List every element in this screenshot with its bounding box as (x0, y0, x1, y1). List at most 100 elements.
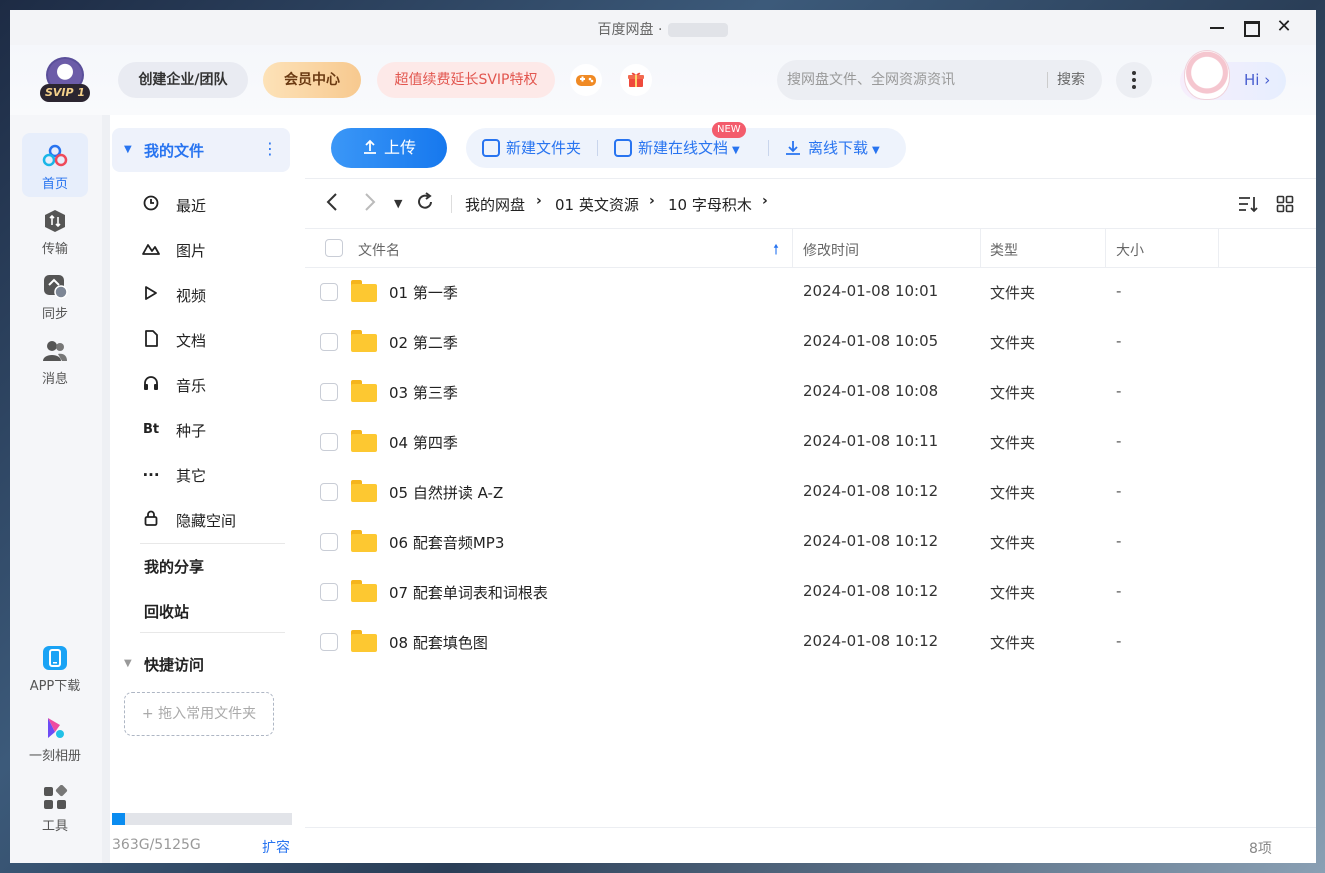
upload-button[interactable]: 上传 (331, 128, 447, 168)
file-name[interactable]: 03 第三季 (389, 382, 458, 403)
file-name[interactable]: 08 配套填色图 (389, 632, 488, 653)
file-size: - (1116, 282, 1122, 300)
home-icon (42, 144, 68, 167)
recycle-bin-link[interactable]: 回收站 (144, 601, 189, 622)
expand-storage-link[interactable]: 扩容 (262, 837, 290, 857)
history-dropdown-icon[interactable]: ▼ (394, 191, 402, 217)
column-divider[interactable] (1105, 229, 1106, 267)
expand-triangle-icon: ▼ (124, 144, 132, 155)
new-folder-button[interactable]: 新建文件夹 (482, 128, 581, 168)
bt-icon: Bt (142, 422, 160, 437)
modified-time: 2024-01-08 10:11 (803, 432, 939, 450)
category-music[interactable]: 音乐 (140, 367, 290, 403)
row-checkbox[interactable] (320, 333, 338, 351)
my-share-link[interactable]: 我的分享 (144, 556, 204, 577)
file-name[interactable]: 04 第四季 (389, 432, 458, 453)
my-files-item[interactable]: ▼ 我的文件 ⋮ (112, 128, 290, 172)
category-images[interactable]: 图片 (140, 232, 290, 268)
sort-menu-icon[interactable] (1238, 195, 1258, 218)
nav-transfer[interactable]: 传输 (22, 198, 88, 262)
minimize-button[interactable] (1200, 13, 1234, 41)
nav-home[interactable]: 首页 (22, 133, 88, 197)
column-name[interactable]: 文件名 (358, 240, 400, 260)
window-title: 百度网盘 · (10, 19, 1316, 39)
breadcrumb-root[interactable]: 我的网盘 (465, 194, 525, 215)
sort-asc-icon[interactable]: 🠕 (773, 239, 779, 263)
file-size: - (1116, 382, 1122, 400)
breadcrumb-item[interactable]: 01 英文资源 (555, 194, 639, 215)
top-header: SVIP 1 创建企业/团队 会员中心 超值续费延长SVIP特权 搜索 Hi › (10, 45, 1316, 115)
collapse-triangle-icon[interactable]: ▼ (124, 658, 132, 669)
breadcrumb-current[interactable]: 10 字母积木 (668, 194, 752, 215)
nav-message[interactable]: 消息 (22, 328, 88, 392)
modified-time: 2024-01-08 10:05 (803, 332, 939, 350)
search-button[interactable]: 搜索 (1057, 60, 1097, 100)
column-type[interactable]: 类型 (990, 240, 1018, 260)
refresh-icon[interactable] (416, 191, 434, 220)
kebab-icon[interactable]: ⋮ (262, 139, 278, 158)
row-checkbox[interactable] (320, 383, 338, 401)
row-checkbox[interactable] (320, 633, 338, 651)
file-name[interactable]: 07 配套单词表和词根表 (389, 582, 548, 603)
maximize-button[interactable] (1234, 13, 1268, 41)
caret-down-icon: ▼ (732, 145, 740, 156)
nav-tools[interactable]: 工具 (22, 775, 88, 839)
nav-album[interactable]: 一刻相册 (22, 705, 88, 769)
column-divider[interactable] (1218, 229, 1219, 267)
select-all-checkbox[interactable] (325, 239, 343, 257)
left-nav: 首页 传输 同步 消息 APP下载 一刻相册 工具 (10, 115, 102, 863)
assistant-hi-button[interactable]: Hi › (1180, 50, 1286, 100)
nav-app-download[interactable]: APP下载 (22, 635, 88, 699)
offline-download-button[interactable]: 离线下载 ▼ (784, 128, 880, 168)
table-row[interactable]: 08 配套填色图 2024-01-08 10:12 文件夹 - (305, 617, 1316, 667)
table-row[interactable]: 06 配套音频MP3 2024-01-08 10:12 文件夹 - (305, 517, 1316, 567)
column-divider[interactable] (980, 229, 981, 267)
category-label: 隐藏空间 (176, 512, 237, 530)
user-avatar[interactable]: SVIP 1 (40, 57, 92, 103)
storage-usage-fill (112, 813, 125, 825)
nav-sync[interactable]: 同步 (22, 263, 88, 327)
column-divider[interactable] (792, 229, 793, 267)
file-name[interactable]: 06 配套音频MP3 (389, 532, 504, 553)
search-input[interactable] (787, 60, 1042, 100)
table-row[interactable]: 01 第一季 2024-01-08 10:01 文件夹 - (305, 267, 1316, 317)
row-checkbox[interactable] (320, 583, 338, 601)
back-icon[interactable] (325, 191, 339, 220)
table-row[interactable]: 04 第四季 2024-01-08 10:11 文件夹 - (305, 417, 1316, 467)
row-checkbox[interactable] (320, 533, 338, 551)
file-name[interactable]: 05 自然拼读 A-Z (389, 482, 503, 503)
category-label: 其它 (176, 467, 207, 485)
add-favorite-folder-dropzone[interactable]: + 拖入常用文件夹 (124, 692, 274, 736)
create-team-button[interactable]: 创建企业/团队 (118, 62, 248, 98)
gamepad-icon[interactable] (570, 64, 602, 96)
table-row[interactable]: 05 自然拼读 A-Z 2024-01-08 10:12 文件夹 - (305, 467, 1316, 517)
category-recent[interactable]: 最近 (140, 187, 290, 223)
vip-center-button[interactable]: 会员中心 (263, 62, 361, 98)
more-menu-button[interactable] (1116, 62, 1152, 98)
table-row[interactable]: 07 配套单词表和词根表 2024-01-08 10:12 文件夹 - (305, 567, 1316, 617)
column-size[interactable]: 大小 (1116, 240, 1144, 260)
table-row[interactable]: 02 第二季 2024-01-08 10:05 文件夹 - (305, 317, 1316, 367)
grid-view-icon[interactable] (1276, 195, 1294, 218)
category-documents[interactable]: 文档 (140, 322, 290, 358)
lock-icon (140, 510, 162, 530)
forward-icon[interactable] (363, 191, 377, 220)
file-name[interactable]: 01 第一季 (389, 282, 458, 303)
file-type: 文件夹 (990, 584, 1036, 602)
column-modified[interactable]: 修改时间 (803, 240, 859, 260)
quick-access-heading[interactable]: 快捷访问 (144, 654, 204, 675)
row-checkbox[interactable] (320, 483, 338, 501)
close-button[interactable]: ✕ (1267, 13, 1301, 41)
category-hidden-space[interactable]: 隐藏空间 (140, 502, 290, 538)
chevron-right-icon[interactable]: › (762, 193, 768, 209)
renew-svip-button[interactable]: 超值续费延长SVIP特权 (377, 62, 555, 98)
table-row[interactable]: 03 第三季 2024-01-08 10:08 文件夹 - (305, 367, 1316, 417)
row-checkbox[interactable] (320, 433, 338, 451)
category-other[interactable]: ··· 其它 (140, 457, 290, 493)
gift-icon[interactable] (620, 64, 652, 96)
new-folder-icon (482, 139, 500, 157)
row-checkbox[interactable] (320, 283, 338, 301)
file-name[interactable]: 02 第二季 (389, 332, 458, 353)
category-videos[interactable]: 视频 (140, 277, 290, 313)
category-torrents[interactable]: Bt 种子 (140, 412, 290, 448)
